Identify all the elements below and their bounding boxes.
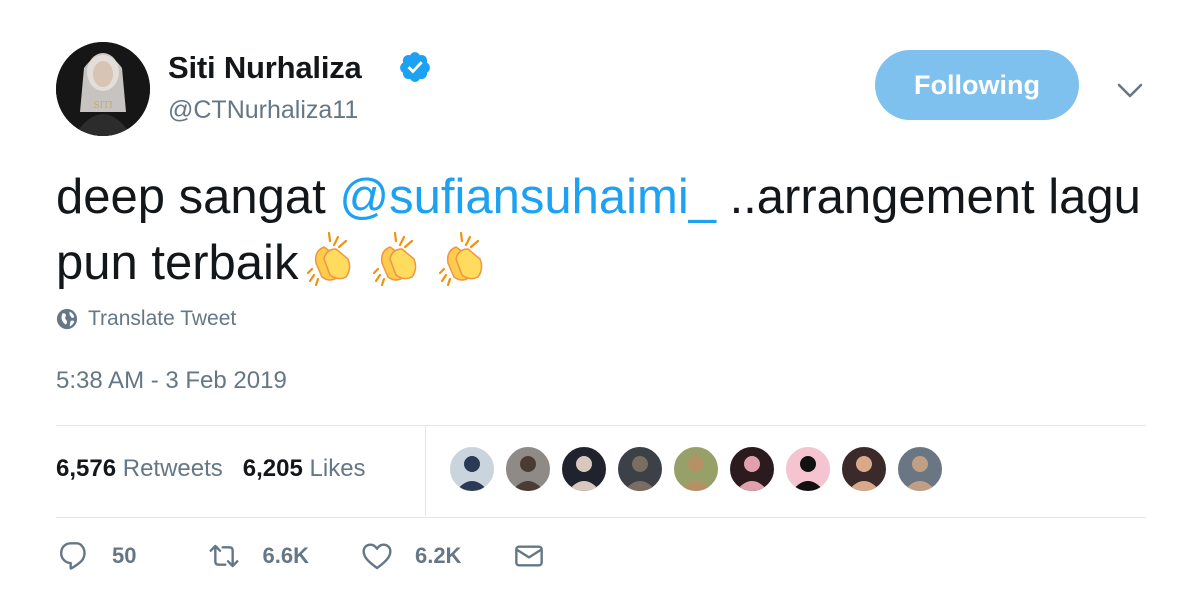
liker-avatar[interactable]: [784, 445, 832, 493]
divider-top: [56, 425, 1146, 426]
reply-count: 50: [112, 543, 137, 568]
likes-count: 6,205: [242, 455, 303, 482]
following-button[interactable]: Following: [875, 50, 1079, 120]
likes-label: Likes: [309, 455, 366, 482]
retweet-button[interactable]: 6.6K: [208, 540, 309, 572]
liker-avatar[interactable]: [504, 445, 552, 493]
author-handle[interactable]: @CTNurhaliza11: [168, 96, 358, 125]
clapping-hands-emoji: [307, 231, 351, 287]
person-icon: [624, 456, 656, 491]
tweet-text-before: deep sangat: [56, 170, 340, 224]
retweet-count: 6.6K: [262, 543, 309, 568]
likers-list: [448, 445, 952, 493]
person-icon: [904, 456, 936, 491]
clapping-hands-emoji: [373, 231, 417, 287]
svg-text:SITI: SITI: [93, 101, 113, 111]
translate-label: Translate Tweet: [88, 307, 237, 330]
liker-avatar[interactable]: [560, 445, 608, 493]
profile-photo-icon: SITI: [56, 42, 150, 136]
tweet-actions: 50 6.6K 6.2K: [58, 540, 545, 572]
verified-badge-icon: [400, 52, 430, 82]
person-icon: [512, 456, 544, 491]
liker-avatar[interactable]: [728, 445, 776, 493]
person-icon: [792, 456, 824, 491]
reply-icon: [60, 542, 86, 570]
envelope-icon: [515, 545, 544, 567]
person-icon: [680, 456, 712, 491]
emoji-group: [298, 231, 496, 290]
retweets-count: 6,576: [56, 455, 117, 482]
clapping-hands-emoji: [439, 231, 483, 287]
person-icon: [456, 456, 488, 491]
retweets-stat[interactable]: 6,576 Retweets: [56, 455, 223, 483]
tweet-text: deep sangat @sufiansuhaimi_ ..arrangemen…: [56, 165, 1166, 295]
likes-stat[interactable]: 6,205 Likes: [243, 455, 366, 483]
person-icon: [848, 456, 880, 491]
chevron-down-icon[interactable]: [1114, 76, 1146, 104]
retweet-icon: [209, 544, 240, 568]
person-icon: [568, 456, 600, 491]
stats-separator: [425, 426, 426, 516]
liker-avatar[interactable]: [896, 445, 944, 493]
like-count: 6.2K: [414, 543, 462, 568]
author-name[interactable]: Siti Nurhaliza: [168, 50, 362, 86]
avatar[interactable]: SITI: [56, 42, 150, 136]
reply-button[interactable]: 50: [58, 540, 136, 572]
liker-avatar[interactable]: [448, 445, 496, 493]
retweets-label: Retweets: [122, 455, 223, 482]
liker-avatar[interactable]: [840, 445, 888, 493]
tweet-timestamp[interactable]: 5:38 AM - 3 Feb 2019: [56, 367, 287, 395]
divider-bottom: [56, 517, 1146, 518]
direct-message-button[interactable]: [513, 540, 545, 572]
translate-tweet-link[interactable]: Translate Tweet: [56, 307, 236, 331]
globe-icon: [56, 308, 78, 330]
heart-icon: [362, 543, 392, 570]
mention-link[interactable]: @sufiansuhaimi_: [339, 170, 716, 224]
like-button[interactable]: 6.2K: [361, 540, 461, 572]
liker-avatar[interactable]: [672, 445, 720, 493]
liker-avatar[interactable]: [616, 445, 664, 493]
tweet-stats: 6,576 Retweets 6,205 Likes: [56, 455, 366, 483]
person-icon: [736, 456, 768, 491]
